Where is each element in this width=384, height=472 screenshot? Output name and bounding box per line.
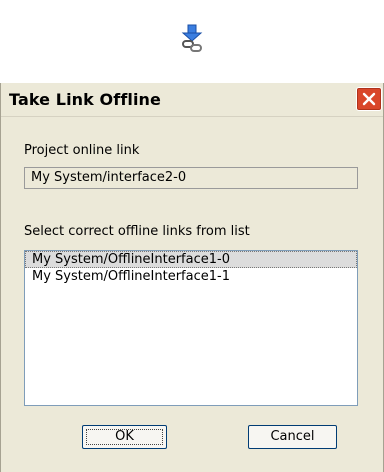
dialog-title: Take Link Offline bbox=[9, 90, 161, 109]
link-offline-icon bbox=[178, 24, 208, 54]
ok-button[interactable]: OK bbox=[82, 425, 167, 449]
project-online-link-field: My System/interface2-0 bbox=[24, 167, 358, 189]
offline-links-listbox[interactable]: My System/OfflineInterface1-0 My System/… bbox=[24, 250, 358, 406]
focus-rectangle bbox=[86, 429, 163, 445]
dialog-titlebar[interactable]: Take Link Offline bbox=[1, 83, 383, 117]
select-offline-links-label: Select correct offline links from list bbox=[24, 224, 250, 239]
cancel-button[interactable]: Cancel bbox=[248, 425, 337, 449]
project-online-link-label: Project online link bbox=[24, 143, 140, 158]
close-icon bbox=[362, 92, 376, 106]
take-link-offline-dialog: Take Link Offline Project online link My… bbox=[0, 83, 384, 472]
cancel-button-label: Cancel bbox=[270, 429, 315, 444]
list-item[interactable]: My System/OfflineInterface1-1 bbox=[25, 268, 357, 285]
list-item[interactable]: My System/OfflineInterface1-0 bbox=[25, 251, 357, 268]
close-button[interactable] bbox=[356, 87, 382, 111]
